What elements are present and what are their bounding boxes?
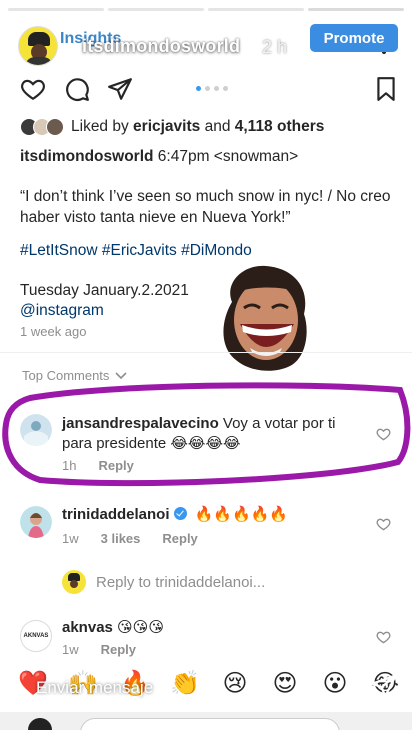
commenter-avatar[interactable]: AKNVAS: [20, 620, 52, 652]
comment-time: 1h: [62, 458, 77, 473]
comment-like-heart-icon[interactable]: [376, 517, 391, 531]
save-bookmark-icon[interactable]: [373, 76, 399, 102]
caption-hashtags[interactable]: #LetItSnow #EricJavits #DiMondo: [20, 240, 400, 261]
comment-reply-button[interactable]: Reply: [98, 458, 133, 473]
send-message-icon[interactable]: [370, 672, 398, 700]
comment-time: 1w: [62, 642, 79, 657]
comment-reply-button[interactable]: Reply: [162, 531, 197, 546]
comment-meta: 1w 3 likes Reply: [62, 531, 198, 546]
story-progress-segment: [8, 8, 104, 11]
story-progress-segment: [308, 8, 404, 11]
chevron-down-icon: [115, 371, 127, 379]
comment-like-heart-icon[interactable]: [376, 630, 391, 644]
caption-mention[interactable]: @instagram: [20, 300, 104, 321]
comment-icon[interactable]: [64, 76, 90, 102]
liker-avatar: [46, 118, 64, 136]
commenter-avatar[interactable]: [20, 506, 52, 538]
comment-like-heart-icon[interactable]: [376, 427, 391, 441]
avatar-logo-text: AKNVAS: [23, 633, 49, 639]
comment-likes-count[interactable]: 3 likes: [101, 531, 141, 546]
story-progress-segment: [208, 8, 304, 11]
story-timestamp: 2 h: [262, 37, 288, 57]
send-message-input[interactable]: Enviar mensaje: [36, 678, 153, 698]
share-send-icon[interactable]: [107, 76, 133, 102]
liked-by-user[interactable]: ericjavits: [133, 118, 200, 135]
comment-username[interactable]: aknvas: [62, 619, 113, 636]
story-progress-bars: [8, 8, 404, 11]
caption-quote: “I don’t think I’ve seen so much snow in…: [20, 188, 391, 226]
bottom-comment-bar: [0, 712, 412, 730]
comment-username[interactable]: jansandrespalavecino: [62, 415, 219, 432]
commenter-avatar[interactable]: [20, 414, 52, 446]
add-comment-field[interactable]: [80, 718, 340, 730]
reaction-surprised[interactable]: 😮: [320, 668, 350, 698]
section-divider: [0, 352, 412, 353]
comment-meta: 1w Reply: [62, 642, 136, 657]
comment-text: 🔥🔥🔥🔥🔥: [190, 506, 289, 523]
story-username[interactable]: itsdimondosworld: [82, 36, 240, 57]
caption: itsdimondosworld 6:47pm <snowman>: [20, 146, 400, 167]
comment-reply-button[interactable]: Reply: [101, 642, 136, 657]
comment-body: aknvas 😘😘😘: [62, 618, 362, 638]
comment-time: 1w: [62, 531, 79, 546]
verified-badge-icon: [173, 507, 187, 520]
reaction-clap[interactable]: 👏: [170, 668, 200, 698]
top-comments-label: Top Comments: [22, 368, 110, 383]
caption-date: Tuesday January.2.2021: [20, 282, 189, 299]
likes-text: Liked by ericjavits and 4,118 others: [71, 118, 325, 135]
like-heart-icon[interactable]: [20, 76, 46, 102]
post-time-ago: 1 week ago: [20, 324, 87, 339]
reaction-heart-eyes[interactable]: 😍: [270, 668, 300, 698]
likes-count[interactable]: 4,118 others: [235, 118, 325, 135]
caption-text: 6:47pm <snowman>: [153, 148, 299, 165]
top-comments-toggle[interactable]: Top Comments: [22, 368, 127, 383]
reaction-crying[interactable]: 😢: [220, 668, 250, 698]
comment-text: 😘😘😘: [112, 619, 164, 636]
story-header: Insights itsdimondosworld 2 h Promote: [0, 20, 412, 70]
story-progress-segment: [108, 8, 204, 11]
comment-meta: 1h Reply: [62, 458, 134, 473]
comment-username[interactable]: trinidaddelanoi: [62, 506, 170, 523]
reply-thread-text: Reply to trinidaddelanoi...: [96, 573, 266, 591]
likes-summary[interactable]: Liked by ericjavits and 4,118 others: [20, 116, 324, 138]
laughing-face-sticker: [223, 265, 307, 371]
caption-username[interactable]: itsdimondosworld: [20, 148, 153, 165]
own-avatar: [28, 718, 52, 730]
comment-body: jansandrespalavecino Voy a votar por ti …: [62, 414, 362, 454]
reply-thread-prompt[interactable]: Reply to trinidaddelanoi...: [62, 570, 265, 594]
comment-body: trinidaddelanoi 🔥🔥🔥🔥🔥: [62, 505, 362, 525]
promote-button[interactable]: Promote: [310, 24, 398, 52]
own-avatar-small: [62, 570, 86, 594]
carousel-indicator: [196, 86, 228, 91]
story-avatar[interactable]: [18, 26, 58, 66]
